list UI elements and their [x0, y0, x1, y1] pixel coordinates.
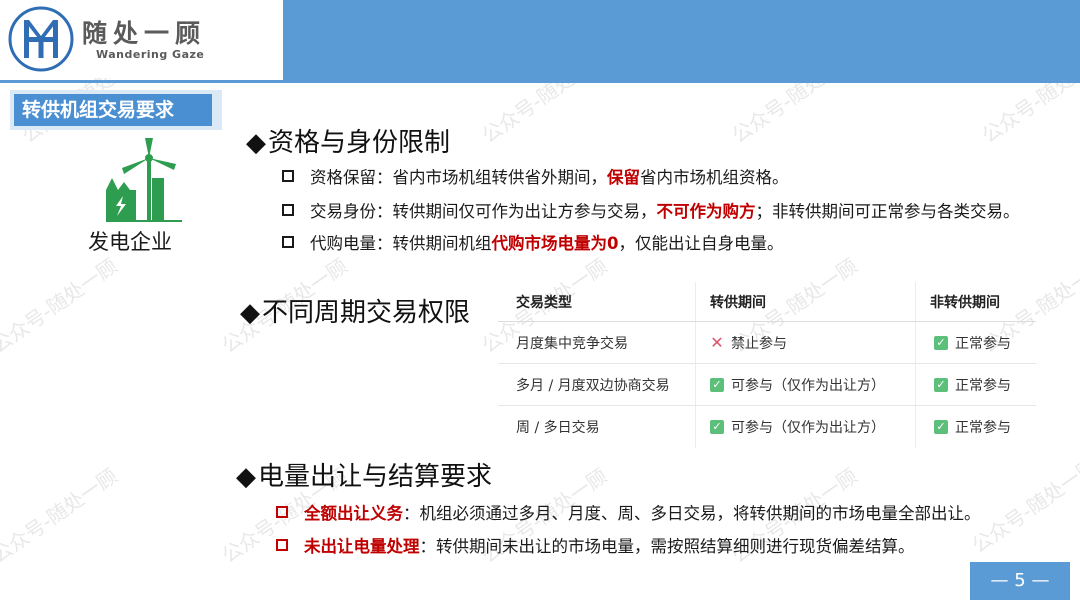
- section-heading-settlement: ◆电量出让与结算要求: [236, 462, 493, 492]
- square-bullet-icon: [282, 236, 294, 248]
- section-heading-qualification: ◆资格与身份限制: [246, 128, 451, 158]
- square-bullet-icon: [282, 204, 294, 216]
- table-row: 周 / 多日交易 ✓ 可参与（仅作为出让方） ✓ 正常参与: [498, 406, 1036, 448]
- diamond-bullet-icon: ◆: [246, 128, 266, 158]
- column-header: 转供期间: [695, 282, 915, 321]
- list-item: 代购电量：转供期间机组 代购市场电量为0 ，仅能出让自身电量。: [282, 230, 783, 254]
- check-icon: ✓: [934, 377, 948, 392]
- list-item: 交易身份：转供期间仅可作为出让方参与交易， 不可作为购方 ；非转供期间可正常参与各类…: [282, 198, 1020, 222]
- check-icon: ✓: [934, 335, 948, 350]
- page-number: — 5 —: [970, 562, 1070, 600]
- check-icon: ✓: [710, 377, 724, 392]
- list-item: 全额出让义务 ：机组必须通过多月、月度、周、多日交易，将转供期间的市场电量全部出让…: [276, 500, 981, 524]
- table-row: 多月 / 月度双边协商交易 ✓ 可参与（仅作为出让方） ✓ 正常参与: [498, 364, 1036, 406]
- watermark: 公众号-随处一顾: [0, 253, 122, 358]
- check-icon: ✓: [934, 420, 948, 434]
- brand-name: 随处一顾: [82, 19, 207, 48]
- permissions-table: 交易类型 转供期间 非转供期间 月度集中竞争交易 ✕ 禁止参与 ✓ 正常参与 多月 …: [498, 282, 1036, 448]
- table-row: 月度集中竞争交易 ✕ 禁止参与 ✓ 正常参与: [498, 322, 1036, 364]
- section-heading-period-permissions: ◆不同周期交易权限: [240, 298, 471, 328]
- check-icon: ✓: [710, 420, 724, 434]
- entity-label: 发电企业: [88, 230, 172, 254]
- diamond-bullet-icon: ◆: [236, 462, 256, 492]
- square-bullet-icon: [276, 506, 288, 518]
- list-item: 资格保留：省内市场机组转供省外期间， 保留 省内市场机组资格。: [282, 164, 789, 188]
- column-header: 交易类型: [516, 294, 572, 311]
- list-item: 未出让电量处理 ：转供期间未出让的市场电量，需按照结算细则进行现货偏差结算。: [276, 533, 915, 557]
- brand-logo-icon: [8, 6, 74, 72]
- diamond-bullet-icon: ◆: [240, 298, 260, 328]
- column-header: 非转供期间: [915, 282, 1036, 321]
- watermark: 公众号-随处一顾: [0, 463, 122, 568]
- brand-subtitle: Wandering Gaze: [96, 48, 205, 61]
- table-header-row: 交易类型 转供期间 非转供期间: [498, 282, 1036, 322]
- square-bullet-icon: [276, 539, 288, 551]
- header-banner: [283, 0, 1080, 80]
- watermark: 公众号-随处一顾: [967, 453, 1080, 558]
- section-tag: 转供机组交易要求: [14, 94, 212, 126]
- header-divider: [0, 80, 1080, 83]
- cross-icon: ✕: [710, 332, 724, 352]
- square-bullet-icon: [282, 170, 294, 182]
- wind-power-plant-icon: [106, 138, 182, 222]
